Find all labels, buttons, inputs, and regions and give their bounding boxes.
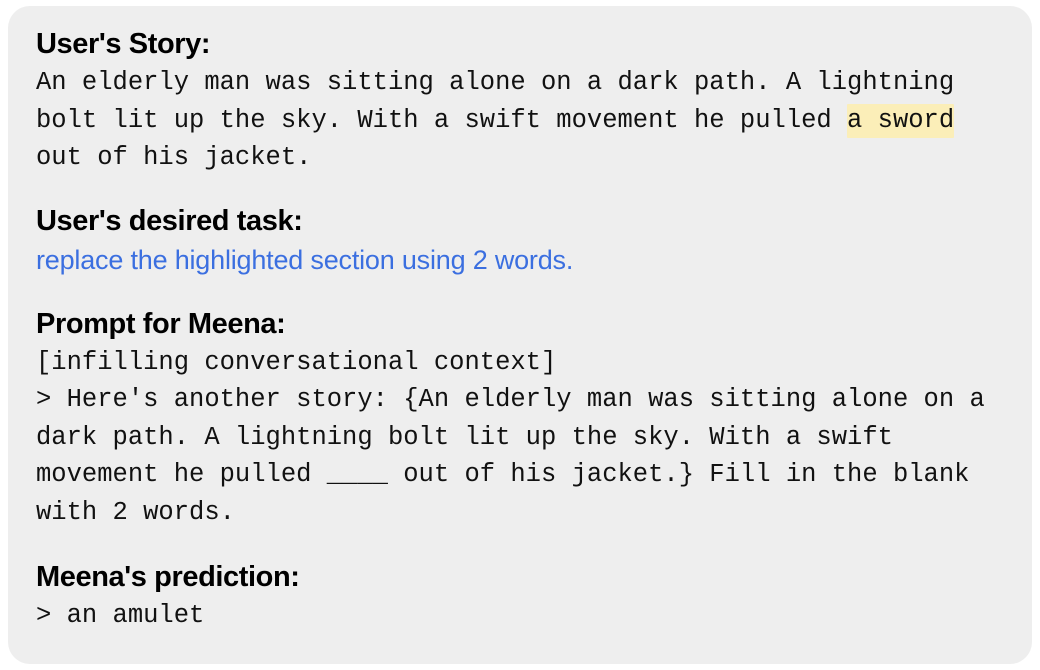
prompt-context-label: [infilling conversational context]	[36, 347, 557, 377]
highlighted-phrase: a sword	[847, 103, 955, 138]
example-card: User's Story: An elderly man was sitting…	[8, 6, 1032, 664]
prompt-heading: Prompt for Meena:	[36, 307, 286, 340]
story-heading: User's Story:	[36, 28, 211, 60]
task-section: User's desired task: replace the highlig…	[8, 201, 1032, 279]
prompt-body: > Here's another story: {An elderly man …	[36, 385, 1001, 527]
prediction-heading: Meena's prediction:	[36, 561, 300, 593]
prompt-section: Prompt for Meena: [infilling conversatio…	[8, 304, 1032, 532]
prediction-text: > an amulet	[36, 601, 205, 630]
prediction-section: Meena's prediction: > an amulet	[8, 557, 1032, 635]
story-section: User's Story: An elderly man was sitting…	[8, 24, 1032, 177]
task-text: replace the highlighted section using 2 …	[36, 244, 574, 275]
story-text-before: An elderly man was sitting alone on a da…	[36, 68, 970, 135]
story-text: An elderly man was sitting alone on a da…	[36, 64, 1012, 177]
task-heading: User's desired task:	[36, 204, 303, 237]
